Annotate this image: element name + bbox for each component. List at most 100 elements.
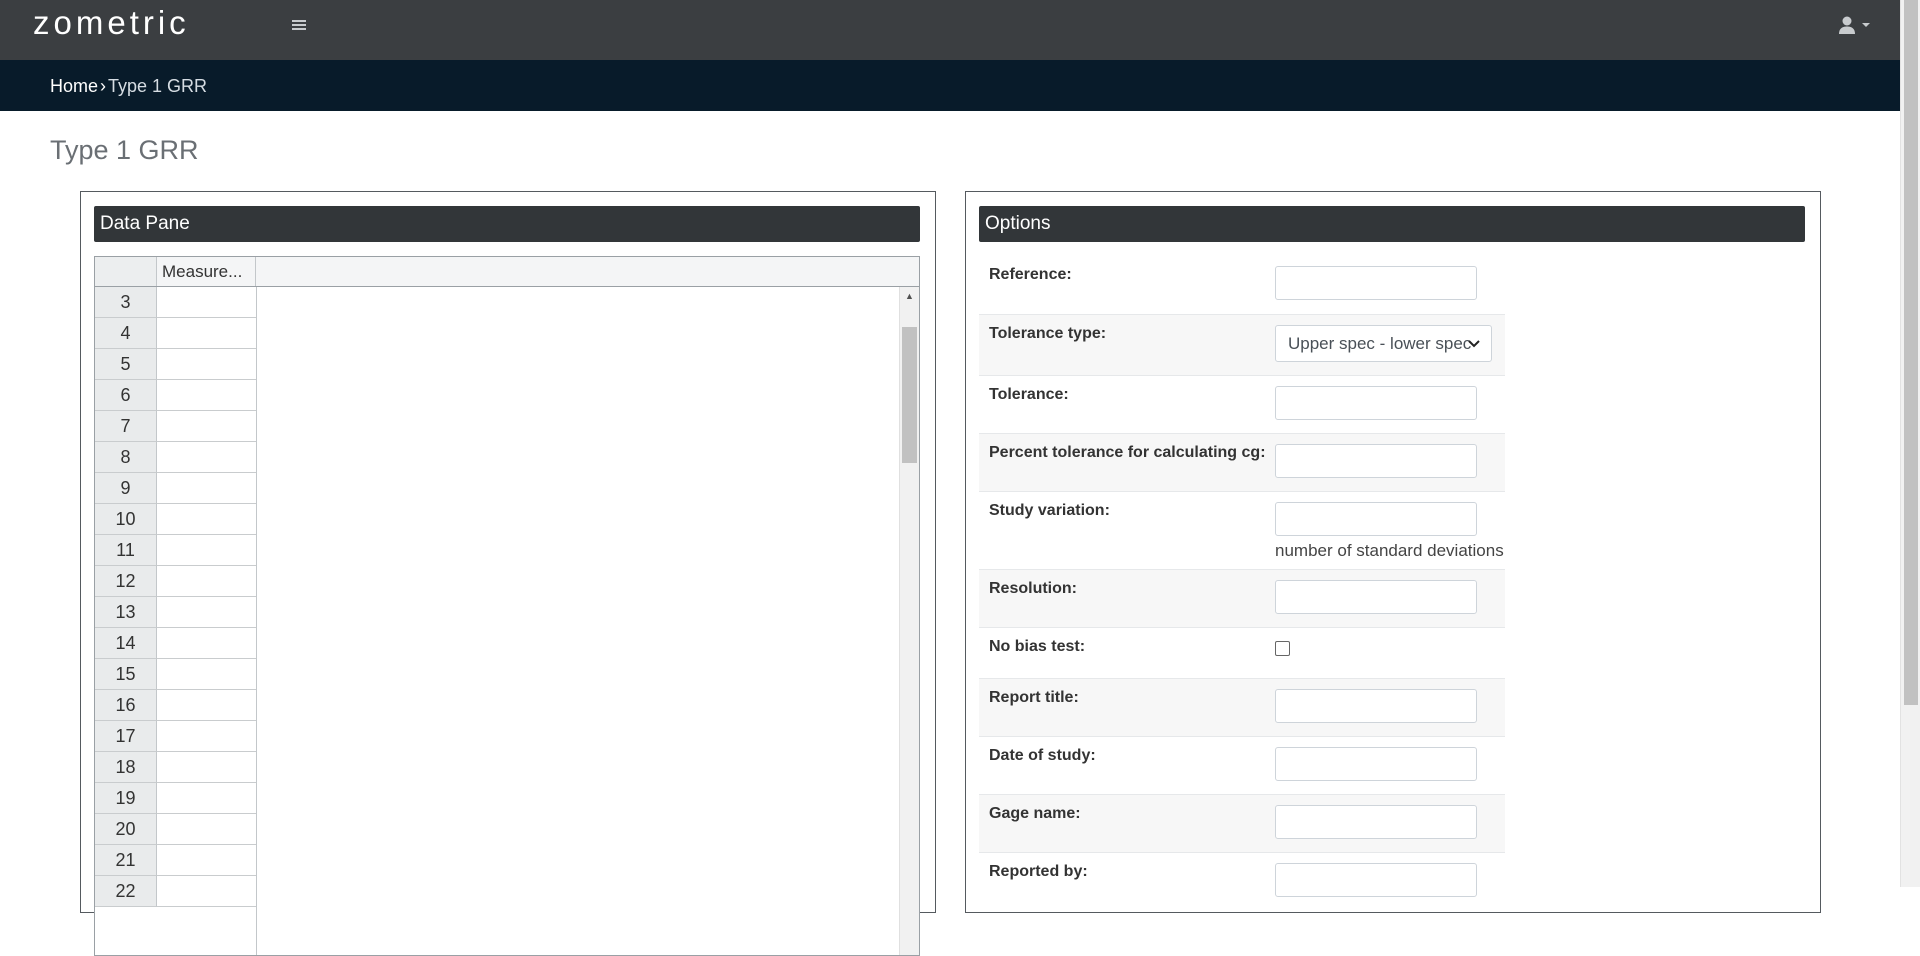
tolerance-input[interactable] (1275, 386, 1477, 420)
scroll-up-arrow-icon[interactable]: ▲ (900, 287, 919, 306)
table-row: 12 (95, 566, 257, 597)
gage-name-input[interactable] (1275, 805, 1477, 839)
option-row-resolution: Resolution: (979, 569, 1505, 627)
grid-body: 3 4 5 6 7 8 9 10 11 12 13 14 15 16 17 18 19 20 21 22 (95, 287, 919, 955)
reported-by-input[interactable] (1275, 863, 1477, 897)
measurement-cell[interactable] (157, 411, 257, 442)
table-row: 16 (95, 690, 257, 721)
option-row-tolerance: Tolerance: (979, 375, 1505, 433)
measurement-cell[interactable] (157, 814, 257, 845)
option-row-report-title: Report title: (979, 678, 1505, 736)
breadcrumb: Home › Type 1 GRR (50, 75, 207, 97)
row-number[interactable]: 17 (95, 721, 157, 752)
row-number[interactable]: 6 (95, 380, 157, 411)
measurement-cell[interactable] (157, 473, 257, 504)
row-number[interactable]: 19 (95, 783, 157, 814)
measurement-cell[interactable] (157, 690, 257, 721)
no-bias-test-checkbox[interactable] (1275, 641, 1290, 656)
row-number[interactable]: 12 (95, 566, 157, 597)
date-of-study-input[interactable] (1275, 747, 1477, 781)
row-number[interactable]: 21 (95, 845, 157, 876)
row-number[interactable]: 8 (95, 442, 157, 473)
row-number[interactable]: 5 (95, 349, 157, 380)
table-row: 4 (95, 318, 257, 349)
study-variation-hint: number of standard deviations (1275, 541, 1504, 560)
table-row: 14 (95, 628, 257, 659)
report-title-input[interactable] (1275, 689, 1477, 723)
row-number[interactable]: 16 (95, 690, 157, 721)
table-row: 21 (95, 845, 257, 876)
measurement-cell[interactable] (157, 783, 257, 814)
page-scrollbar-thumb[interactable] (1904, 0, 1918, 705)
row-number[interactable]: 11 (95, 535, 157, 566)
grid-scrollbar-thumb[interactable] (902, 327, 917, 463)
measurement-cell[interactable] (157, 535, 257, 566)
row-number[interactable]: 22 (95, 876, 157, 907)
percent-tolerance-label: Percent tolerance for calculating cg: (989, 444, 1266, 461)
resolution-label: Resolution: (989, 580, 1077, 597)
reference-input[interactable] (1275, 266, 1477, 300)
breadcrumb-bar: Home › Type 1 GRR (0, 60, 1900, 111)
table-row: 20 (95, 814, 257, 845)
option-row-tolerance-type: Tolerance type: Upper spec - lower spec (979, 314, 1505, 375)
table-row: 8 (95, 442, 257, 473)
options-header: Options (979, 206, 1805, 242)
measurement-cell[interactable] (157, 876, 257, 907)
brand-logo[interactable]: zometric (33, 3, 190, 43)
measurement-cell[interactable] (157, 442, 257, 473)
data-grid[interactable]: Measure... 3 4 5 6 7 8 9 10 11 12 13 14 15 16 17 18 19 20… (94, 256, 920, 956)
row-number[interactable]: 20 (95, 814, 157, 845)
row-number[interactable]: 3 (95, 287, 157, 318)
table-row: 9 (95, 473, 257, 504)
grid-scrollbar[interactable]: ▲ (899, 287, 919, 955)
row-number[interactable]: 18 (95, 752, 157, 783)
option-row-gage-name: Gage name: (979, 794, 1505, 852)
measurement-cell[interactable] (157, 287, 257, 318)
chevron-down-icon (1468, 340, 1480, 348)
measurement-cell[interactable] (157, 628, 257, 659)
option-row-study-variation: Study variation: number of standard devi… (979, 491, 1505, 569)
tolerance-type-selected-value: Upper spec - lower spec (1288, 334, 1472, 353)
option-row-percent-tolerance: Percent tolerance for calculating cg: (979, 433, 1505, 491)
measurement-cell[interactable] (157, 504, 257, 535)
row-number[interactable]: 14 (95, 628, 157, 659)
resolution-input[interactable] (1275, 580, 1477, 614)
measurement-cell[interactable] (157, 349, 257, 380)
row-number[interactable]: 4 (95, 318, 157, 349)
row-number[interactable]: 9 (95, 473, 157, 504)
grid-header-row: Measure... (95, 257, 919, 287)
tolerance-type-label: Tolerance type: (989, 325, 1107, 342)
report-title-label: Report title: (989, 689, 1079, 706)
no-bias-test-label: No bias test: (989, 638, 1086, 655)
tolerance-type-select[interactable]: Upper spec - lower spec (1275, 325, 1492, 362)
measurement-cell[interactable] (157, 721, 257, 752)
options-form: Reference: Tolerance type: Upper spec - … (979, 256, 1505, 910)
page-scrollbar[interactable] (1900, 0, 1920, 887)
grid-corner-cell[interactable] (95, 257, 157, 286)
hamburger-menu-button[interactable] (290, 16, 310, 34)
user-menu-dropdown[interactable] (1836, 14, 1876, 36)
row-number[interactable]: 13 (95, 597, 157, 628)
measurement-cell[interactable] (157, 752, 257, 783)
breadcrumb-separator: › (100, 76, 107, 96)
table-row: 5 (95, 349, 257, 380)
caret-down-icon (1862, 23, 1870, 27)
measurement-cell[interactable] (157, 318, 257, 349)
measurement-cell[interactable] (157, 566, 257, 597)
row-number[interactable]: 15 (95, 659, 157, 690)
reported-by-label: Reported by: (989, 863, 1088, 880)
measurement-cell[interactable] (157, 845, 257, 876)
breadcrumb-current: Type 1 GRR (108, 76, 208, 96)
table-row: 3 (95, 287, 257, 318)
row-number[interactable]: 7 (95, 411, 157, 442)
grid-column-header-measurement[interactable]: Measure... (157, 257, 256, 286)
table-row: 17 (95, 721, 257, 752)
row-number[interactable]: 10 (95, 504, 157, 535)
percent-tolerance-input[interactable] (1275, 444, 1477, 478)
study-variation-input[interactable] (1275, 502, 1477, 536)
measurement-cell[interactable] (157, 380, 257, 411)
measurement-cell[interactable] (157, 597, 257, 628)
gage-name-label: Gage name: (989, 805, 1081, 822)
breadcrumb-home-link[interactable]: Home (50, 76, 98, 96)
measurement-cell[interactable] (157, 659, 257, 690)
